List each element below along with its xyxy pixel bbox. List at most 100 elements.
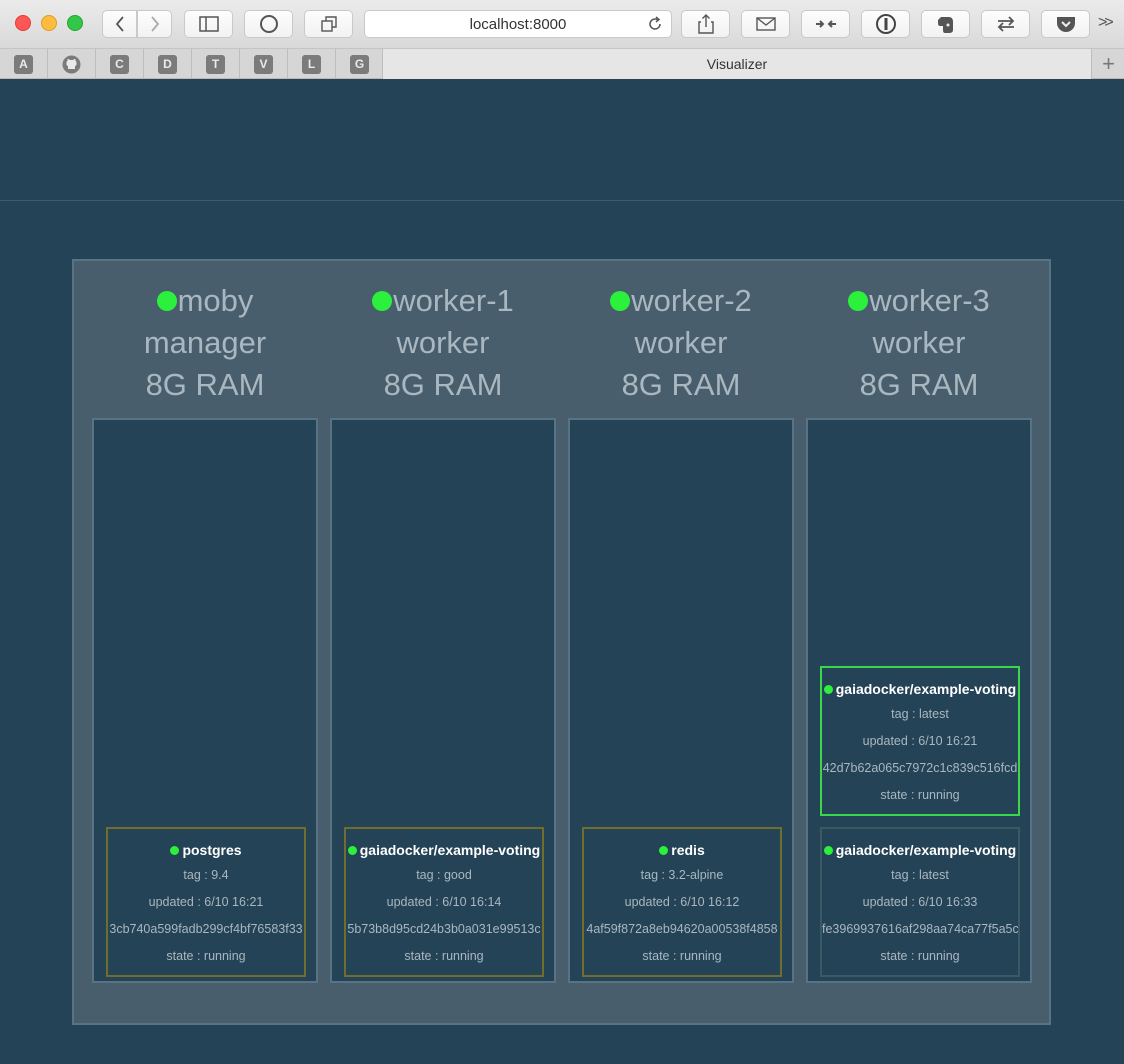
- chevron-right-icon: [150, 16, 159, 32]
- swap-arrows-icon: [997, 16, 1014, 32]
- tabs-overview-button[interactable]: [304, 10, 353, 38]
- node-ram: 8G RAM: [859, 367, 979, 402]
- arrows-inward-icon: [815, 20, 836, 28]
- task-name: gaiadocker/example-voting: [835, 842, 1017, 858]
- swap-button[interactable]: [981, 10, 1030, 38]
- node-role: worker: [634, 325, 728, 360]
- share-button[interactable]: [681, 10, 730, 38]
- node-name: worker-3: [869, 283, 990, 318]
- url-text: localhost:8000: [469, 15, 567, 33]
- task-card[interactable]: gaiadocker/example-voting tag : latest u…: [820, 827, 1020, 977]
- pinned-tab-label: V: [254, 54, 273, 74]
- task-updated: updated : 6/10 16:21: [148, 895, 264, 909]
- tab-bar: A C D T V L G Visualizer +: [0, 49, 1124, 79]
- pinned-tab-label: A: [14, 54, 33, 74]
- forward-button[interactable]: [137, 10, 172, 38]
- node-header: moby manager 8G RAM: [92, 261, 318, 418]
- task-name: gaiadocker/example-voting: [359, 842, 541, 858]
- reload-icon[interactable]: [647, 16, 663, 32]
- task-id: 3cb740a599fadb299cf4bf76583f33: [109, 922, 303, 936]
- task-status-dot: [823, 685, 833, 694]
- pinned-tab-label: C: [110, 54, 129, 74]
- task-updated: updated : 6/10 16:14: [386, 895, 502, 909]
- node-name: moby: [177, 283, 254, 318]
- pinned-tab-github[interactable]: [48, 49, 96, 79]
- task-id: 4af59f872a8eb94620a00538f4858: [586, 922, 778, 936]
- task-updated: updated : 6/10 16:12: [624, 895, 740, 909]
- node-task-area: postgres tag : 9.4 updated : 6/10 16:21 …: [92, 418, 318, 983]
- node-role: worker: [872, 325, 966, 360]
- pocket-button[interactable]: [1041, 10, 1090, 38]
- task-name: gaiadocker/example-voting: [835, 681, 1017, 697]
- pocket-icon: [1056, 17, 1075, 32]
- task-state: state : running: [880, 949, 960, 963]
- task-status-dot: [659, 846, 669, 855]
- task-tag: tag : good: [416, 868, 472, 882]
- pinned-tab-d[interactable]: D: [144, 49, 192, 79]
- pinned-tab-c[interactable]: C: [96, 49, 144, 79]
- swarm-cluster: moby manager 8G RAM postgres tag : 9.4 u…: [72, 259, 1051, 1025]
- node-worker-2: worker-2 worker 8G RAM redis tag : 3.2-a…: [568, 261, 794, 983]
- envelope-icon: [755, 17, 776, 31]
- pinned-tab-t[interactable]: T: [192, 49, 240, 79]
- node-moby: moby manager 8G RAM postgres tag : 9.4 u…: [92, 261, 318, 983]
- task-id: 42d7b62a065c7972c1c839c516fcd: [822, 761, 1018, 775]
- node-name: worker-1: [393, 283, 514, 318]
- evernote-button[interactable]: [921, 10, 970, 38]
- header-divider: [0, 200, 1124, 201]
- task-card[interactable]: gaiadocker/example-voting tag : good upd…: [344, 827, 544, 977]
- task-tag: tag : latest: [891, 868, 949, 882]
- task-id: 5b73b8d95cd24b3b0a031e99513c: [347, 922, 541, 936]
- pinned-tab-label: G: [350, 54, 369, 74]
- pinned-tab-l[interactable]: L: [288, 49, 336, 79]
- task-status-dot: [170, 846, 180, 855]
- github-icon: [62, 55, 81, 73]
- pinned-tab-g[interactable]: G: [336, 49, 384, 79]
- node-task-area: redis tag : 3.2-alpine updated : 6/10 16…: [568, 418, 794, 983]
- node-status-dot: [156, 291, 177, 311]
- node-ram: 8G RAM: [383, 367, 503, 402]
- active-tab[interactable]: Visualizer: [382, 49, 1092, 79]
- task-name: redis: [671, 842, 705, 858]
- browser-toolbar: localhost:8000 >>: [0, 0, 1124, 49]
- pinned-tab-label: D: [158, 54, 177, 74]
- zoom-window-button[interactable]: [67, 15, 83, 31]
- pinned-tab-v[interactable]: V: [240, 49, 288, 79]
- password-manager-button[interactable]: [861, 10, 910, 38]
- task-card[interactable]: postgres tag : 9.4 updated : 6/10 16:21 …: [106, 827, 306, 977]
- task-tag: tag : 3.2-alpine: [640, 868, 724, 882]
- node-header: worker-1 worker 8G RAM: [330, 261, 556, 418]
- node-task-area: gaiadocker/example-voting tag : good upd…: [330, 418, 556, 983]
- task-tag: tag : latest: [891, 707, 949, 721]
- task-tag: tag : 9.4: [183, 868, 229, 882]
- node-ram: 8G RAM: [621, 367, 741, 402]
- circle-icon: [259, 15, 278, 33]
- task-status-dot: [347, 846, 357, 855]
- sidebar-icon: [198, 16, 219, 32]
- pinned-tab-a[interactable]: A: [0, 49, 48, 79]
- node-task-area: gaiadocker/example-voting tag : latest u…: [806, 418, 1032, 983]
- toolbar-overflow-button[interactable]: >>: [1098, 14, 1114, 32]
- node-header: worker-3 worker 8G RAM: [806, 261, 1032, 418]
- node-worker-1: worker-1 worker 8G RAM gaiadocker/exampl…: [330, 261, 556, 983]
- back-button[interactable]: [102, 10, 137, 38]
- elephant-icon: [937, 17, 953, 33]
- minimize-window-button[interactable]: [41, 15, 57, 31]
- new-tab-button[interactable]: +: [1093, 49, 1124, 79]
- task-state: state : running: [404, 949, 484, 963]
- task-card[interactable]: redis tag : 3.2-alpine updated : 6/10 16…: [582, 827, 782, 977]
- node-status-dot: [372, 291, 393, 311]
- keyhole-icon: [875, 14, 896, 34]
- task-card[interactable]: gaiadocker/example-voting tag : latest u…: [820, 666, 1020, 816]
- extension-compress-button[interactable]: [801, 10, 850, 38]
- share-icon: [697, 14, 714, 34]
- address-bar[interactable]: localhost:8000: [364, 10, 672, 38]
- close-window-button[interactable]: [15, 15, 31, 31]
- reader-button[interactable]: [244, 10, 293, 38]
- task-state: state : running: [642, 949, 722, 963]
- task-id: fe3969937616af298aa74ca77f5a5c: [822, 922, 1019, 936]
- task-name: postgres: [182, 842, 242, 858]
- node-ram: 8G RAM: [145, 367, 265, 402]
- mail-button[interactable]: [741, 10, 790, 38]
- sidebar-button[interactable]: [184, 10, 233, 38]
